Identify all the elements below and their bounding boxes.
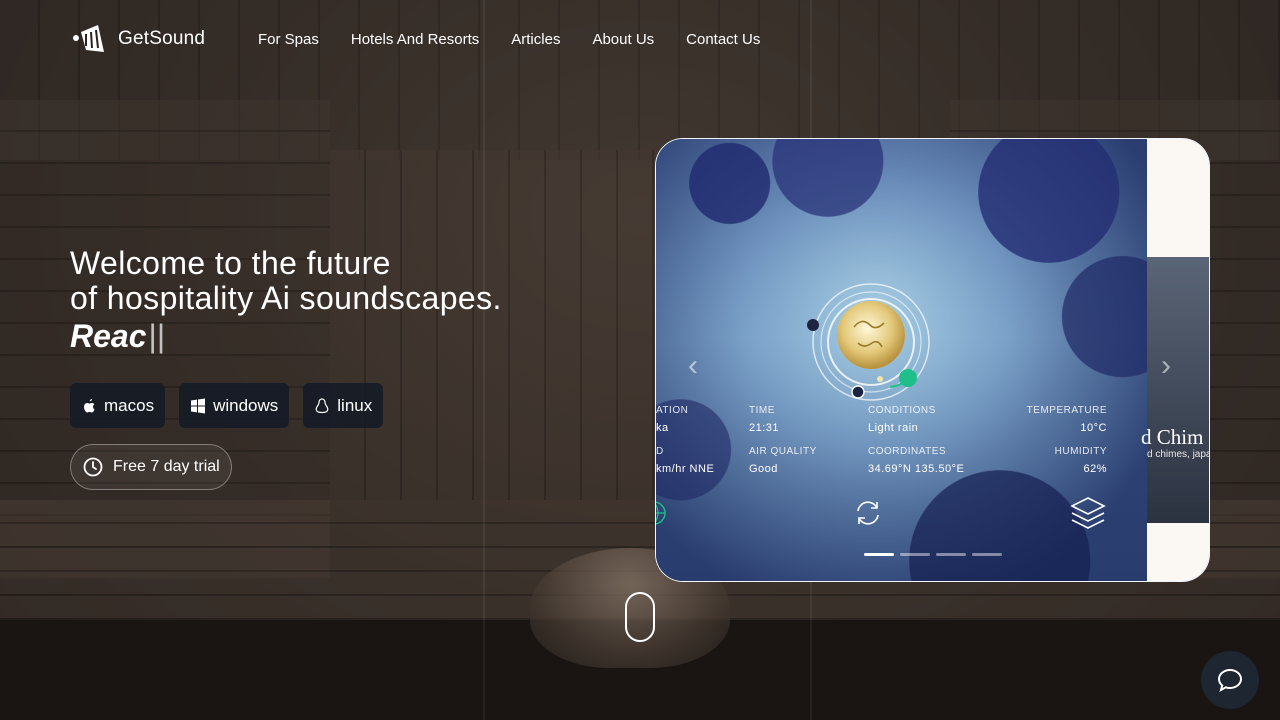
stat-air-quality: AIR QUALITY Good [749,446,817,475]
stat-time: TIME 21:31 [749,405,779,434]
pagination-dot-1[interactable] [864,553,894,556]
nav-contact-us[interactable]: Contact Us [686,31,760,48]
carousel-pagination [864,553,1002,556]
stat-location: ATION ka [656,405,688,434]
chat-bubble-icon [1217,668,1243,693]
linux-icon [315,397,329,413]
apple-icon [84,398,95,412]
stat-humidity-label: HUMIDITY [1054,446,1107,457]
windows-icon [191,398,206,413]
stat-coordinates-label: COORDINATES [868,446,947,457]
stat-location-label: ATION [656,405,689,416]
stat-wind-label: D [656,446,664,457]
carousel-prev-icon[interactable]: ‹ [688,349,698,383]
stat-temperature-label: TEMPERATURE [1026,405,1107,416]
nav-hotels-and-resorts[interactable]: Hotels And Resorts [351,31,479,48]
stat-conditions: CONDITIONS Light rain [868,405,936,434]
clock-icon [83,457,103,477]
stat-coordinates-value: 34.69°N 135.50°E [868,463,965,475]
next-slide-image [1147,257,1209,523]
download-buttons: macos windows linux [70,383,384,428]
hero-line-1: Welcome to the future [70,245,391,281]
stat-time-label: TIME [749,405,775,416]
moon-orb-icon[interactable] [806,277,936,407]
chat-button[interactable] [1201,651,1259,709]
next-slide-subtitle: d chimes, japa [1147,449,1210,460]
stat-coordinates: COORDINATES 34.69°N 135.50°E [868,446,964,475]
hero: Welcome to the future of hospitality Ai … [70,246,550,356]
site-header: GetSound For Spas Hotels And Resorts Art… [0,0,1280,80]
refresh-icon[interactable] [852,497,884,529]
download-windows-label: windows [213,395,279,415]
hero-line-2: of hospitality Ai soundscapes. [70,280,502,316]
stat-humidity: HUMIDITY 62% [1055,446,1107,475]
logo[interactable]: GetSound [72,22,205,56]
layers-icon[interactable] [1070,495,1106,531]
stat-wind: D km/hr NNE [656,446,714,475]
pagination-dot-3[interactable] [936,553,966,556]
stat-temperature-value: 10°C [1080,422,1107,434]
getsound-logo-icon [73,25,104,52]
app-preview-carousel: ‹ ATION ka TIME 21:31 CONDITIONS Light r… [655,138,1210,582]
typing-cursor: || [148,318,166,354]
preview-slide-weather: ‹ ATION ka TIME 21:31 CONDITIONS Light r… [655,139,1147,581]
download-linux-button[interactable]: linux [303,383,384,428]
next-slide-title: d Chim [1141,425,1204,449]
stat-conditions-value: Light rain [868,422,919,434]
pagination-dot-2[interactable] [900,553,930,556]
nav-about-us[interactable]: About Us [592,31,654,48]
stat-air-quality-value: Good [749,463,778,475]
typed-word: Reac [70,318,147,354]
globe-icon[interactable] [655,497,668,529]
stat-wind-value: km/hr NNE [656,463,715,475]
download-macos-button[interactable]: macos [70,383,166,428]
stat-conditions-label: CONDITIONS [868,405,936,416]
stat-time-value: 21:31 [749,422,780,434]
free-trial-label: Free 7 day trial [113,458,220,475]
download-windows-button[interactable]: windows [179,383,290,428]
free-trial-button[interactable]: Free 7 day trial [70,444,232,490]
download-linux-label: linux [337,395,373,415]
preview-slide-next[interactable]: d Chim d chimes, japa [1141,139,1210,581]
nav-articles[interactable]: Articles [511,31,560,48]
scroll-down-indicator[interactable] [625,592,655,642]
nav-for-spas[interactable]: For Spas [258,31,319,48]
pagination-dot-4[interactable] [972,553,1002,556]
main-nav: For Spas Hotels And Resorts Articles Abo… [258,31,760,48]
brand-name: GetSound [118,28,206,49]
carousel-next-icon[interactable]: › [1161,349,1171,383]
download-macos-label: macos [104,395,155,415]
hero-heading: Welcome to the future of hospitality Ai … [70,246,550,316]
stat-humidity-value: 62% [1083,463,1107,475]
typed-text: Reac|| [70,316,550,356]
stat-air-quality-label: AIR QUALITY [749,446,817,457]
stat-temperature: TEMPERATURE 10°C [1027,405,1107,434]
stat-location-value: ka [656,422,669,434]
